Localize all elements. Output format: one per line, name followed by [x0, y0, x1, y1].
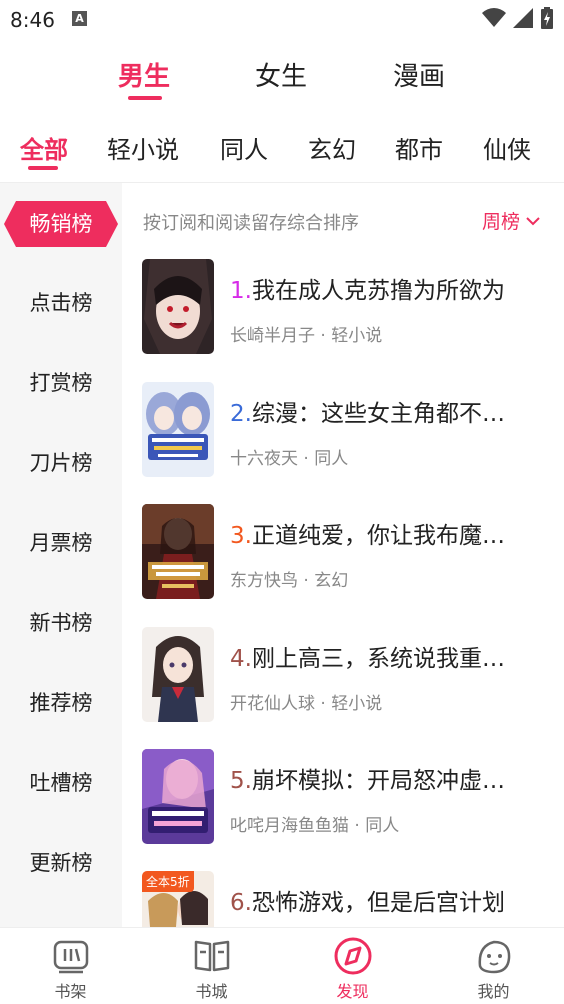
book-title: 2.综漫：这些女主角都不… [230, 394, 550, 428]
period-dropdown[interactable]: 周榜 [482, 207, 540, 234]
book-title-text: 崩坏模拟：开局怒冲虚… [251, 768, 505, 794]
tab-category-fantasy[interactable]: 玄幻 [308, 130, 356, 165]
book-item[interactable]: 4.刚上高三，系统说我重… 开花仙人球 · 轻小说 [142, 627, 552, 723]
nav-label: 书城 [195, 982, 228, 1001]
chevron-down-icon [526, 216, 540, 225]
meta-separator: · [298, 449, 315, 469]
book-category: 轻小说 [331, 694, 383, 714]
sidebar-item-clicks[interactable]: 点击榜 [0, 283, 122, 323]
status-bar: 8:46 A [0, 0, 564, 40]
sidebar-item-tips[interactable]: 打赏榜 [0, 363, 122, 403]
book-cover: 全本5折 [142, 871, 214, 927]
book-author: 叱咤月海鱼鱼猫 [230, 816, 349, 836]
category-tabs: 全部 轻小说 同人 玄幻 都市 仙侠 [0, 126, 564, 176]
battery-icon [541, 7, 553, 29]
book-category: 同人 [365, 816, 400, 836]
discount-badge: 全本5折 [142, 871, 194, 892]
signal-icon [513, 8, 533, 28]
nav-discover[interactable]: 发现 [282, 928, 423, 1004]
book-item[interactable]: 1.我在成人克苏撸为所欲为 长崎半月子 · 轻小说 [142, 259, 552, 355]
sidebar-item-bestseller[interactable]: 畅销榜 [0, 204, 122, 244]
tab-category-fanfic[interactable]: 同人 [220, 130, 268, 165]
sidebar-item-updates[interactable]: 更新榜 [0, 843, 122, 883]
book-category: 同人 [314, 449, 349, 469]
book-item[interactable]: 5.崩坏模拟：开局怒冲虚… 叱咤月海鱼鱼猫 · 同人 [142, 749, 552, 845]
tab-category-all[interactable]: 全部 [20, 130, 68, 165]
book-title: 4.刚上高三，系统说我重… [230, 639, 550, 673]
bottom-nav: 书架 书城 发现 我的 [0, 927, 564, 1004]
tab-male[interactable]: 男生 [118, 56, 170, 93]
nav-bookshelf[interactable]: 书架 [0, 928, 141, 1004]
book-item[interactable]: 全本5折 6.恐怖游戏，但是后宫计划 [142, 871, 552, 927]
book-cover [142, 259, 214, 354]
book-cover [142, 627, 214, 722]
sidebar-item-blades[interactable]: 刀片榜 [0, 443, 122, 483]
nav-label: 发现 [336, 982, 369, 1001]
book-author: 长崎半月子 [230, 326, 315, 346]
tab-category-light-novel[interactable]: 轻小说 [107, 130, 179, 165]
bookshelf-icon [53, 940, 88, 974]
meta-separator: · [298, 571, 315, 591]
book-title: 6.恐怖游戏，但是后宫计划 [230, 883, 550, 917]
nav-bookstore[interactable]: 书城 [141, 928, 282, 1004]
book-title-text: 刚上高三，系统说我重… [251, 646, 505, 672]
meta-separator: · [349, 816, 366, 836]
ranking-list: 按订阅和阅读留存综合排序 周榜 1.我在成人克苏撸为所欲为 长崎半月子 · 轻小… [122, 183, 564, 927]
notification-icon: A [72, 11, 87, 26]
book-author: 东方快鸟 [230, 571, 298, 591]
book-rank: 6. [230, 890, 252, 916]
book-author: 十六夜天 [230, 449, 298, 469]
period-label: 周榜 [481, 211, 520, 233]
book-category: 轻小说 [331, 326, 383, 346]
gender-tab-indicator [128, 96, 162, 100]
category-tab-indicator [28, 166, 58, 170]
sort-description: 按订阅和阅读留存综合排序 [143, 213, 359, 234]
nav-profile[interactable]: 我的 [423, 928, 564, 1004]
ranking-sidebar: 畅销榜 点击榜 打赏榜 刀片榜 月票榜 新书榜 推荐榜 吐槽榜 更新榜 [0, 183, 122, 927]
book-meta: 长崎半月子 · 轻小说 [230, 321, 382, 346]
book-meta: 叱咤月海鱼鱼猫 · 同人 [230, 811, 399, 836]
tab-comics[interactable]: 漫画 [393, 56, 445, 93]
book-category: 玄幻 [314, 571, 349, 591]
book-meta: 东方快鸟 · 玄幻 [230, 566, 348, 591]
book-rank: 2. [230, 401, 252, 427]
profile-icon [478, 940, 510, 974]
book-cover [142, 382, 214, 477]
book-title-text: 综漫：这些女主角都不… [251, 401, 505, 427]
book-title: 5.崩坏模拟：开局怒冲虚… [230, 761, 550, 795]
book-cover [142, 504, 214, 599]
sidebar-item-monthly-votes[interactable]: 月票榜 [0, 523, 122, 563]
book-rank: 1. [230, 278, 252, 304]
meta-separator: · [315, 326, 332, 346]
sidebar-item-recommended[interactable]: 推荐榜 [0, 683, 122, 723]
status-time: 8:46 [10, 8, 55, 32]
nav-label: 我的 [477, 982, 510, 1001]
book-title: 1.我在成人克苏撸为所欲为 [230, 271, 550, 305]
book-item[interactable]: 3.正道纯爱，你让我布魔… 东方快鸟 · 玄幻 [142, 504, 552, 600]
book-rank: 5. [230, 768, 252, 794]
sidebar-item-complaints[interactable]: 吐槽榜 [0, 763, 122, 803]
book-author: 开花仙人球 [230, 694, 315, 714]
book-title-text: 我在成人克苏撸为所欲为 [251, 278, 505, 304]
book-rank: 3. [230, 523, 252, 549]
book-meta: 十六夜天 · 同人 [230, 444, 348, 469]
discover-icon [334, 937, 371, 975]
status-icons [482, 6, 554, 30]
book-cover [142, 749, 214, 844]
book-title-text: 正道纯爱，你让我布魔… [251, 523, 505, 549]
book-title: 3.正道纯爱，你让我布魔… [230, 516, 550, 550]
book-rank: 4. [230, 646, 252, 672]
gender-tabs: 男生 女生 漫画 [0, 52, 564, 102]
tab-category-xianxia[interactable]: 仙侠 [483, 130, 531, 165]
sidebar-item-new-books[interactable]: 新书榜 [0, 603, 122, 643]
wifi-icon [482, 8, 506, 27]
meta-separator: · [315, 694, 332, 714]
book-meta: 开花仙人球 · 轻小说 [230, 689, 382, 714]
bookstore-icon [194, 940, 229, 972]
tab-category-urban[interactable]: 都市 [395, 130, 443, 165]
tab-female[interactable]: 女生 [255, 56, 307, 93]
book-title-text: 恐怖游戏，但是后宫计划 [251, 890, 505, 916]
nav-label: 书架 [54, 982, 87, 1001]
book-item[interactable]: 2.综漫：这些女主角都不… 十六夜天 · 同人 [142, 382, 552, 478]
